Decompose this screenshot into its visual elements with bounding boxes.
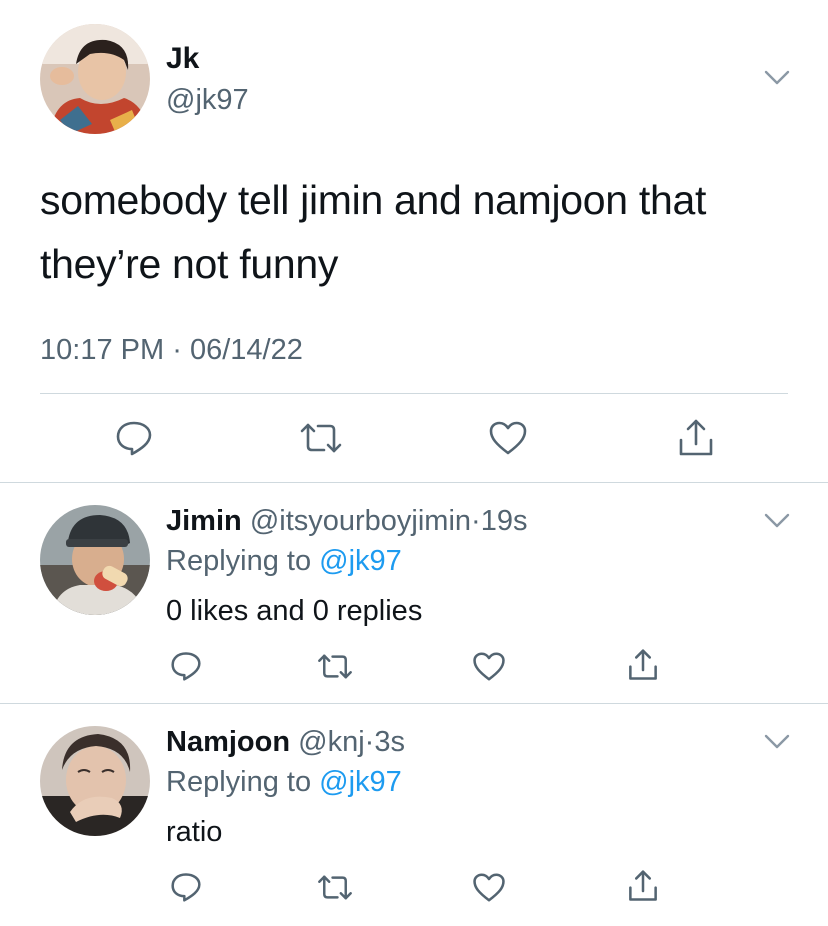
author-name[interactable]: Jk — [166, 42, 199, 76]
reply-tweet: Namjoon @knj·3s Replying to @jk97 ratio — [0, 704, 828, 926]
retweet-icon[interactable] — [316, 874, 354, 901]
like-icon[interactable] — [488, 420, 528, 456]
like-icon[interactable] — [472, 872, 506, 903]
reply-time: 3s — [374, 726, 405, 758]
chevron-down-icon[interactable] — [764, 734, 790, 750]
like-icon[interactable] — [472, 651, 506, 682]
meta-separator: · — [172, 334, 182, 366]
reply-header: Namjoon @knj·3s — [166, 726, 405, 759]
jimin-avatar[interactable] — [40, 505, 150, 615]
reply-icon[interactable] — [170, 872, 202, 902]
reply-icon[interactable] — [115, 420, 153, 456]
reply-author-handle[interactable]: @knj — [298, 726, 365, 758]
replying-to-label: Replying to — [166, 766, 312, 798]
jk-avatar[interactable] — [40, 24, 150, 134]
author-handle[interactable]: @jk97 — [166, 84, 249, 117]
share-icon[interactable] — [627, 648, 659, 682]
divider — [40, 393, 788, 394]
tweet-text: somebody tell jimin and namjoon that the… — [40, 177, 707, 287]
replying-to-handle[interactable]: @jk97 — [319, 545, 402, 577]
replying-to-label: Replying to — [166, 545, 312, 577]
reply-author-handle[interactable]: @itsyourboyjimin — [250, 505, 471, 537]
share-icon[interactable] — [627, 869, 659, 903]
tweet-timestamp[interactable]: 10:17 PM · 06/14/22 — [40, 334, 303, 367]
meta-separator: · — [364, 726, 375, 758]
share-icon[interactable] — [677, 418, 715, 458]
tweet-date: 06/14/22 — [189, 334, 303, 366]
reply-header: Jimin @itsyourboyjimin·19s — [166, 505, 527, 538]
reply-text: ratio — [166, 816, 223, 848]
reply-tweet: Jimin @itsyourboyjimin·19s Replying to @… — [0, 483, 828, 705]
replying-to: Replying to @jk97 — [166, 545, 402, 578]
reply-text: 0 likes and 0 replies — [166, 595, 423, 627]
reply-icon[interactable] — [170, 651, 202, 681]
chevron-down-icon[interactable] — [764, 513, 790, 529]
meta-separator: · — [471, 505, 481, 537]
namjoon-avatar[interactable] — [40, 726, 150, 836]
replying-to: Replying to @jk97 — [166, 766, 402, 799]
reply-author-name[interactable]: Jimin — [166, 505, 242, 537]
retweet-icon[interactable] — [298, 422, 344, 454]
retweet-icon[interactable] — [316, 653, 354, 680]
reply-time: 19s — [480, 505, 528, 537]
chevron-down-icon[interactable] — [764, 70, 790, 86]
main-tweet: Jk @jk97 somebody tell jimin and namjoon… — [0, 0, 828, 482]
tweet-time: 10:17 PM — [40, 334, 165, 366]
reply-author-name[interactable]: Namjoon — [166, 726, 290, 758]
replying-to-handle[interactable]: @jk97 — [319, 766, 402, 798]
